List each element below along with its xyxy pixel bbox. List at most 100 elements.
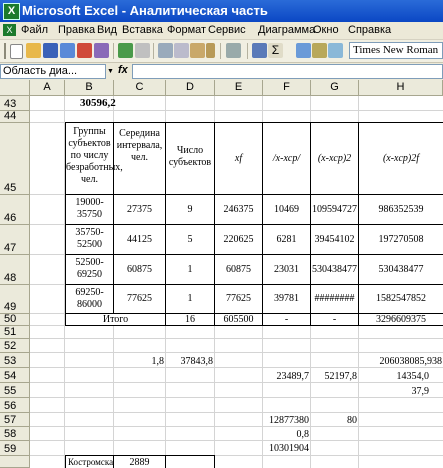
format-painter-icon[interactable]	[206, 43, 215, 58]
menu-help[interactable]: Справка	[348, 24, 391, 36]
cell-group-range[interactable]: 19000-35750	[66, 197, 113, 221]
cell-h53[interactable]: 206038085,938	[359, 356, 443, 367]
row-header[interactable]: 45	[0, 123, 30, 195]
menu-format[interactable]: Формат	[167, 24, 206, 36]
cell-value[interactable]: 16	[166, 314, 214, 325]
menu-tools[interactable]: Сервис	[208, 24, 246, 36]
row-header[interactable]: 44	[0, 110, 30, 123]
row-header[interactable]: 50	[0, 313, 30, 326]
cell-value[interactable]: 6281	[263, 234, 310, 245]
font-name-select[interactable]: Times New Roman	[349, 42, 443, 59]
row-header[interactable]: 46	[0, 195, 30, 225]
cell-value[interactable]: 530438477	[359, 264, 443, 275]
cell-value[interactable]: 9	[166, 204, 214, 215]
workbook-menu-icon[interactable]: X	[3, 24, 16, 36]
cell-value[interactable]: 23031	[263, 264, 310, 275]
cell-value[interactable]: 197270508	[359, 234, 443, 245]
cell-group-range[interactable]: 69250-86000	[66, 287, 113, 311]
cell-h54[interactable]: 14354,0	[359, 371, 430, 382]
cell-d53[interactable]: 37843,8	[166, 356, 214, 367]
copy-icon[interactable]	[174, 43, 189, 58]
cell-value[interactable]: 77625	[215, 293, 262, 304]
cell-value[interactable]: 1	[166, 293, 214, 304]
column-header-e[interactable]: E	[215, 80, 263, 96]
column-header-a[interactable]: A	[30, 80, 65, 96]
menu-window[interactable]: Окно	[313, 24, 339, 36]
cell-value[interactable]: 60875	[215, 264, 262, 275]
row-header[interactable]: 57	[0, 413, 30, 427]
hyperlink-icon[interactable]	[252, 43, 267, 58]
row-header[interactable]: 43	[0, 96, 30, 111]
open-folder-icon[interactable]	[26, 43, 41, 58]
header-xf[interactable]: xf	[215, 153, 262, 165]
column-header-h[interactable]: H	[359, 80, 443, 96]
row-header[interactable]	[0, 456, 30, 468]
cell-f58[interactable]: 0,8	[263, 429, 310, 440]
cell-value[interactable]: 39781	[263, 293, 310, 304]
cell-f57[interactable]: 12877380	[263, 415, 309, 426]
row-header[interactable]: 58	[0, 427, 30, 441]
chart-wizard-icon[interactable]	[312, 43, 327, 58]
row-header[interactable]: 47	[0, 225, 30, 255]
row-header[interactable]: 56	[0, 398, 30, 413]
print-preview-icon[interactable]	[77, 43, 92, 58]
header-dev-sq[interactable]: (x-xср)2	[311, 153, 358, 165]
cell-value[interactable]: -	[263, 314, 310, 325]
help-icon[interactable]	[328, 43, 343, 58]
row-header[interactable]: 52	[0, 339, 30, 353]
excel-app-icon[interactable]: X	[3, 3, 20, 20]
row-header[interactable]: 55	[0, 383, 30, 398]
cell-f59[interactable]: 10301904	[263, 443, 309, 454]
permission-icon[interactable]	[60, 43, 75, 58]
menu-insert[interactable]: Вставка	[122, 24, 163, 36]
autosum-icon[interactable]: Σ	[268, 43, 283, 58]
row-header[interactable]: 49	[0, 285, 30, 314]
header-abs-dev[interactable]: /x-xср/	[263, 153, 310, 165]
cut-icon[interactable]	[158, 43, 173, 58]
cell-group-range[interactable]: 35750-52500	[66, 227, 113, 251]
cell-value[interactable]: 44125	[114, 234, 165, 245]
cell-value[interactable]: 27375	[114, 204, 165, 215]
cell-c60[interactable]: 2889	[114, 457, 165, 468]
formula-input[interactable]	[132, 64, 443, 79]
function-icon[interactable]: fx	[118, 64, 128, 76]
research-icon[interactable]	[135, 43, 150, 58]
row-header[interactable]: 53	[0, 353, 30, 368]
cell-value[interactable]: 3296609375	[359, 314, 443, 325]
menu-edit[interactable]: Правка	[58, 24, 95, 36]
save-icon[interactable]	[43, 43, 58, 58]
menu-file[interactable]: Файл	[21, 24, 48, 36]
cell-value[interactable]: 1	[166, 264, 214, 275]
cell-value[interactable]: 5	[166, 234, 214, 245]
header-groups[interactable]: Группы субъектов по числу безработных, ч…	[66, 126, 123, 186]
cell-value[interactable]: 39454102	[311, 234, 358, 245]
toolbar-grip[interactable]	[4, 43, 6, 59]
column-header-g[interactable]: G	[311, 80, 359, 96]
row-header[interactable]: 59	[0, 441, 30, 456]
row-header[interactable]: 48	[0, 255, 30, 285]
cell-value[interactable]: 605500	[215, 314, 262, 325]
cell-value[interactable]: 60875	[114, 264, 165, 275]
name-box[interactable]: Область диа...	[0, 64, 106, 79]
cell-value[interactable]: 530438477	[311, 264, 358, 275]
sort-icon[interactable]	[296, 43, 311, 58]
cell-value[interactable]: 77625	[114, 293, 165, 304]
row-header[interactable]: 51	[0, 326, 30, 339]
cell-group-range[interactable]: 52500-69250	[66, 257, 113, 281]
cell-value[interactable]: -	[311, 314, 358, 325]
spelling-icon[interactable]	[118, 43, 133, 58]
select-all-corner[interactable]	[0, 80, 30, 96]
header-count[interactable]: Число субъектов	[166, 145, 214, 169]
cell-value[interactable]: 246375	[215, 204, 262, 215]
cell-f54[interactable]: 23489,7	[263, 371, 310, 382]
column-header-f[interactable]: F	[263, 80, 311, 96]
cell-h55[interactable]: 37,9	[359, 386, 430, 397]
cell-value[interactable]: 10469	[263, 204, 310, 215]
undo-icon[interactable]	[226, 43, 241, 58]
paste-icon[interactable]	[190, 43, 205, 58]
row-header[interactable]: 54	[0, 368, 30, 383]
cell-value[interactable]: ########	[311, 293, 358, 304]
chevron-down-icon[interactable]: ▼	[106, 64, 115, 79]
cell-value[interactable]: 986352539	[359, 204, 443, 215]
menu-chart[interactable]: Диаграмма	[258, 24, 315, 36]
